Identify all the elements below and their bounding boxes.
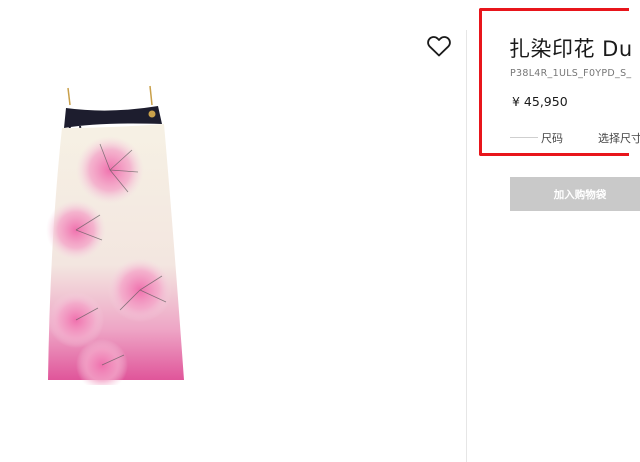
add-to-bag-button[interactable]: 加入购物袋: [510, 177, 640, 211]
heart-outline-icon: [427, 36, 451, 57]
highlight-box: [479, 8, 629, 156]
product-image[interactable]: [40, 80, 190, 385]
wishlist-button[interactable]: [424, 32, 454, 60]
product-gallery: [0, 0, 466, 462]
